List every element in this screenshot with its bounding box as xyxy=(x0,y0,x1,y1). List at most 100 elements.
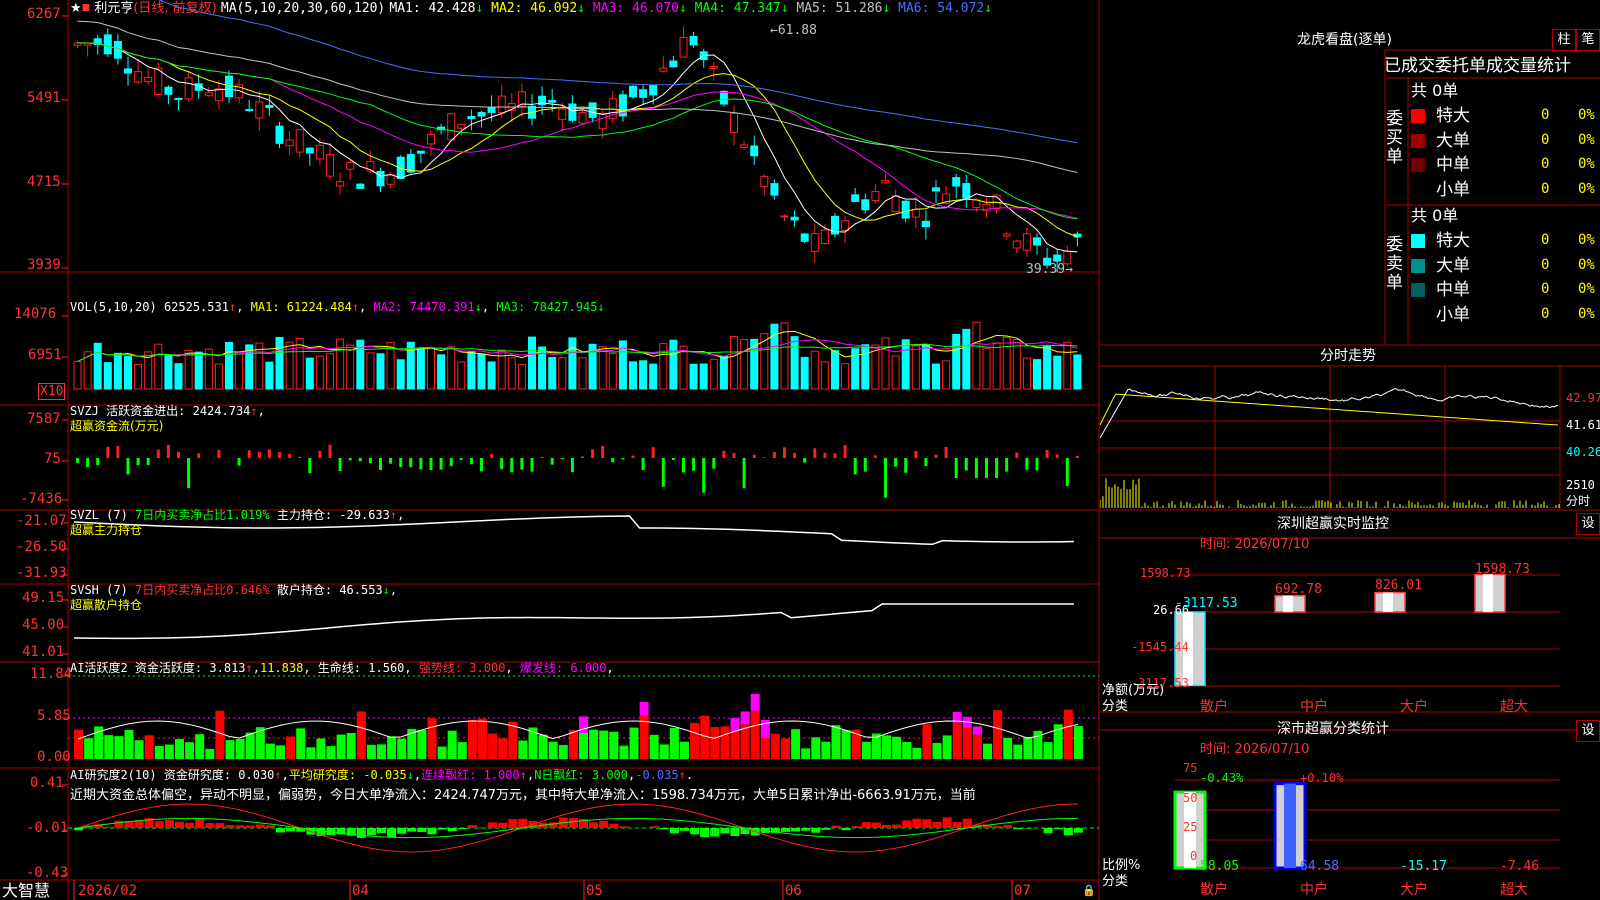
monitor-value-0: -3117.53 xyxy=(1175,596,1238,611)
sell-order-pct: 0% xyxy=(1578,281,1595,297)
activity-burst-bar xyxy=(730,718,740,732)
research-bar xyxy=(255,824,265,828)
money-flow-bar xyxy=(661,458,665,487)
research-bar xyxy=(185,822,195,828)
candle-body xyxy=(376,170,385,187)
money-flow-bar xyxy=(581,456,584,458)
volume-bar xyxy=(820,361,829,390)
ma-line-1 xyxy=(77,42,1078,253)
stock-name[interactable]: 利元亨 xyxy=(94,1,133,16)
money-flow-bar xyxy=(136,458,140,466)
chart-mode[interactable]: (日线, 前复权) xyxy=(133,1,216,16)
money-flow-bar xyxy=(490,453,494,458)
activity-bar xyxy=(932,742,942,759)
volume-bar xyxy=(790,336,799,390)
candle-body xyxy=(558,108,567,120)
research-bar xyxy=(377,828,386,834)
candle-body xyxy=(184,77,193,100)
activity-bar xyxy=(437,746,447,759)
date-label-2: 05 xyxy=(586,883,603,899)
candle-body xyxy=(457,123,466,129)
money-flow-bar xyxy=(641,458,645,471)
money-flow-bar xyxy=(944,446,948,458)
chart-area[interactable] xyxy=(0,0,1100,900)
activity-burst-bar xyxy=(740,711,750,725)
activity-bar xyxy=(326,746,336,759)
activity-bar xyxy=(518,740,528,759)
money-flow-bar xyxy=(894,458,898,467)
research-bar xyxy=(609,823,619,828)
volume-bar xyxy=(517,363,526,390)
candle-body xyxy=(750,145,759,157)
y-label-svsh-2: 41.01 xyxy=(22,644,65,660)
monitor-settings-button[interactable]: 设 xyxy=(1576,513,1600,535)
lock-icon[interactable]: 🔒 xyxy=(1082,883,1096,898)
activity-bar xyxy=(104,735,114,759)
research-bar xyxy=(700,828,710,838)
intraday-vol: 2510 xyxy=(1566,478,1595,492)
candle-body xyxy=(841,220,850,232)
activity-bar xyxy=(185,742,195,759)
volume-bar xyxy=(669,339,678,390)
candle-body xyxy=(861,199,870,211)
activity-bar xyxy=(781,738,790,759)
volume-bar xyxy=(265,361,274,390)
money-flow-bar xyxy=(692,458,696,471)
ma-line-2 xyxy=(77,42,1078,238)
activity-bar xyxy=(215,710,225,759)
vol-unit-badge[interactable]: X10 xyxy=(38,383,66,400)
monitor-value-1: 692.78 xyxy=(1275,582,1322,597)
sell-order-name: 大单 xyxy=(1436,255,1470,276)
volume-bar xyxy=(528,336,536,390)
activity-bar xyxy=(680,741,689,759)
research-bar xyxy=(467,825,477,828)
candle-body xyxy=(103,34,112,55)
volume-bar xyxy=(598,346,607,390)
monitor-axis-label: 净额(万元) xyxy=(1102,683,1165,698)
activity-bar xyxy=(972,734,982,759)
class-settings-button[interactable]: 设 xyxy=(1576,720,1600,742)
money-flow-bar xyxy=(530,458,534,472)
volume-bar xyxy=(416,347,425,390)
monitor-bar-shine xyxy=(1283,595,1293,612)
candle-body xyxy=(1053,254,1062,262)
class-title: 深市超赢分类统计 xyxy=(1277,721,1389,737)
research-bar xyxy=(457,828,467,830)
research-bar xyxy=(397,828,407,834)
activity-bar xyxy=(750,710,760,759)
monitor-category-1: 中户 xyxy=(1300,699,1328,715)
volume-bar xyxy=(911,345,920,390)
activity-bar xyxy=(286,736,296,759)
candle-body xyxy=(346,161,355,170)
activity-bar xyxy=(245,732,255,759)
research-bar xyxy=(417,828,427,833)
ma-line-4 xyxy=(77,42,1078,220)
research-bar xyxy=(932,821,942,828)
activity-bar xyxy=(1043,742,1053,759)
ma-legend-4: MA4: 47.347↓ xyxy=(686,1,789,16)
candle-body xyxy=(204,92,213,97)
class-category-2: 大户 xyxy=(1400,882,1428,898)
buy-order-pct: 0% xyxy=(1578,180,1595,197)
research-bar xyxy=(922,819,932,828)
class-ratio-1: 64.58 xyxy=(1300,859,1340,874)
pen-mode-button[interactable]: 笔 xyxy=(1576,29,1600,51)
ma-legend-5: MA5: 51.286↓ xyxy=(788,1,891,16)
volume-bar xyxy=(1043,345,1052,390)
volume-bar xyxy=(113,352,122,390)
volume-bar xyxy=(679,345,688,390)
y-label-main-1: 5491 xyxy=(27,90,61,106)
research-bar xyxy=(942,817,952,828)
money-flow-bar xyxy=(974,458,978,478)
buy-order-count: 0 xyxy=(1541,156,1550,172)
money-flow-bar xyxy=(368,458,372,464)
intraday-price-0: 42.97 xyxy=(1566,391,1600,405)
volume-bar xyxy=(719,355,728,390)
research-bar xyxy=(366,828,376,836)
class-change-1: +0.10% xyxy=(1300,771,1344,785)
money-flow-bar xyxy=(288,453,292,458)
bar-mode-button[interactable]: 柱 xyxy=(1552,29,1576,51)
money-flow-bar xyxy=(1055,454,1059,458)
ma-line-6 xyxy=(158,0,1078,144)
volume-bar xyxy=(730,336,738,390)
